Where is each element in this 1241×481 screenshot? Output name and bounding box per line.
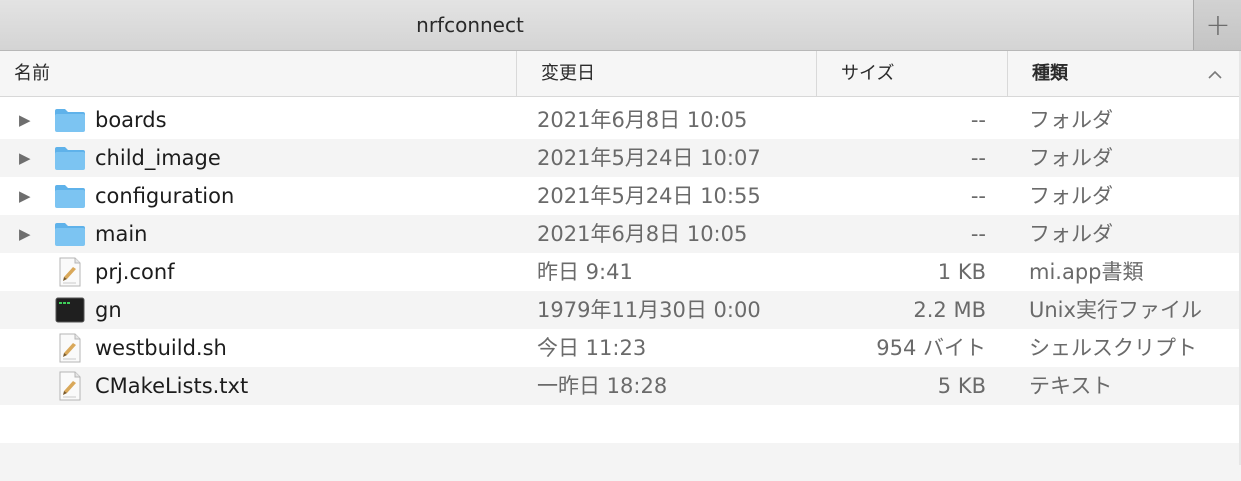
disclosure-triangle-icon[interactable]: ▶ xyxy=(19,215,35,253)
tab-bar: nrfconnect + xyxy=(0,0,1241,51)
file-size: -- xyxy=(970,146,986,170)
document-icon xyxy=(54,371,86,401)
file-name: westbuild.sh xyxy=(95,336,227,360)
file-date: 2021年5月24日 10:55 xyxy=(537,184,761,208)
folder-icon xyxy=(54,221,86,247)
terminal-exec-icon xyxy=(54,297,86,323)
file-size: 1 KB xyxy=(937,260,986,284)
file-size: -- xyxy=(970,108,986,132)
file-size: -- xyxy=(970,184,986,208)
file-kind: Unix実行ファイル xyxy=(1029,298,1202,322)
file-row[interactable]: ▶ main 2021年6月8日 10:05 -- フォルダ xyxy=(0,215,1241,253)
disclosure-triangle-icon[interactable]: ▶ xyxy=(19,177,35,215)
plus-icon: + xyxy=(1205,7,1231,43)
file-name: child_image xyxy=(95,146,221,170)
file-name: prj.conf xyxy=(95,260,175,284)
empty-row xyxy=(0,443,1241,481)
file-row[interactable]: westbuild.sh 今日 11:23 954 バイト シェルスクリプト xyxy=(0,329,1241,367)
folder-icon xyxy=(54,107,86,133)
column-header-kind[interactable]: 種類 xyxy=(1007,51,1241,96)
file-kind: フォルダ xyxy=(1029,184,1113,208)
file-row[interactable]: ▶ boards 2021年6月8日 10:05 -- フォルダ xyxy=(0,101,1241,139)
disclosure-triangle-icon[interactable]: ▶ xyxy=(19,139,35,177)
file-row[interactable]: prj.conf 昨日 9:41 1 KB mi.app書類 xyxy=(0,253,1241,291)
file-row[interactable]: ▶ child_image 2021年5月24日 10:07 -- フォルダ xyxy=(0,139,1241,177)
add-tab-button[interactable]: + xyxy=(1193,0,1241,50)
file-size: -- xyxy=(970,222,986,246)
empty-row xyxy=(0,405,1241,443)
file-date: 今日 11:23 xyxy=(537,336,647,360)
file-date: 一昨日 18:28 xyxy=(537,374,668,398)
file-row[interactable]: gn 1979年11月30日 0:00 2.2 MB Unix実行ファイル xyxy=(0,291,1241,329)
file-kind: フォルダ xyxy=(1029,108,1113,132)
file-kind: mi.app書類 xyxy=(1029,260,1144,284)
file-kind: フォルダ xyxy=(1029,222,1113,246)
document-icon xyxy=(54,333,86,363)
file-list: ▶ boards 2021年6月8日 10:05 -- フォルダ ▶ child_image… xyxy=(0,101,1241,481)
file-date: 1979年11月30日 0:00 xyxy=(537,298,761,322)
file-size: 5 KB xyxy=(937,374,986,398)
file-date: 2021年5月24日 10:07 xyxy=(537,146,761,170)
file-name: configuration xyxy=(95,184,235,208)
file-date: 昨日 9:41 xyxy=(537,260,633,284)
column-header-size[interactable]: サイズ xyxy=(816,51,1007,96)
file-date: 2021年6月8日 10:05 xyxy=(537,108,748,132)
tab-title[interactable]: nrfconnect xyxy=(0,0,940,50)
file-kind: シェルスクリプト xyxy=(1029,336,1197,360)
folder-icon xyxy=(54,183,86,209)
file-kind: フォルダ xyxy=(1029,146,1113,170)
document-icon xyxy=(54,257,86,287)
file-row[interactable]: CMakeLists.txt 一昨日 18:28 5 KB テキスト xyxy=(0,367,1241,405)
file-name: gn xyxy=(95,298,122,322)
folder-icon xyxy=(54,145,86,171)
file-size: 2.2 MB xyxy=(913,298,986,322)
file-name: boards xyxy=(95,108,167,132)
file-name: main xyxy=(95,222,148,246)
column-header-date[interactable]: 変更日 xyxy=(516,51,816,96)
disclosure-triangle-icon[interactable]: ▶ xyxy=(19,101,35,139)
file-date: 2021年6月8日 10:05 xyxy=(537,222,748,246)
column-header: 名前 変更日 サイズ 種類 xyxy=(0,51,1241,97)
file-name: CMakeLists.txt xyxy=(95,374,249,398)
file-kind: テキスト xyxy=(1029,374,1113,398)
file-size: 954 バイト xyxy=(876,336,986,360)
column-header-name[interactable]: 名前 xyxy=(0,51,516,96)
file-row[interactable]: ▶ configuration 2021年5月24日 10:55 -- フォルダ xyxy=(0,177,1241,215)
